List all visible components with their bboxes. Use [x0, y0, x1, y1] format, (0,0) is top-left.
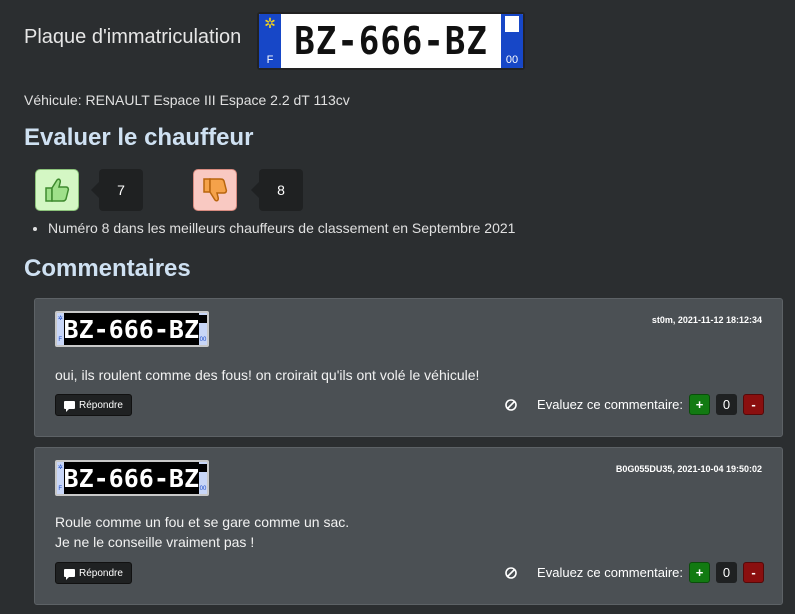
department-band: 00: [199, 313, 207, 345]
comment-line: oui, ils roulent comme des fous! on croi…: [55, 367, 480, 383]
block-icon[interactable]: [505, 398, 517, 411]
eu-stars-icon: ✲: [57, 465, 63, 471]
reply-label: Répondre: [79, 567, 123, 579]
downvote-button[interactable]: -: [743, 394, 764, 415]
rate-driver-heading: Evaluer le chauffeur: [24, 124, 254, 151]
department-band: 00: [501, 14, 523, 68]
eu-stars-icon: ✲: [264, 15, 276, 31]
reply-button[interactable]: Répondre: [55, 394, 132, 416]
comment-meta: B0G055DU35, 2021-10-04 19:50:02: [615, 464, 762, 474]
thumb-down-count: 8: [251, 169, 303, 211]
comment-card: ✲ F BZ-666-BZ 00 B0G055DU35, 2021-10-04 …: [34, 447, 783, 605]
department-logo: [199, 315, 207, 323]
plate-number: BZ-666-BZ: [63, 313, 199, 345]
comment-rating: Evaluez ce commentaire: + 0 -: [505, 562, 764, 583]
comment-line: Je ne le conseille vraiment pas !: [55, 534, 255, 550]
comment-plate: ✲ F BZ-666-BZ 00: [55, 311, 209, 347]
rate-comment-label: Evaluez ce commentaire:: [537, 397, 683, 412]
comment-score: 0: [716, 394, 737, 415]
plate-department: 00: [199, 486, 207, 492]
plate-country: F: [266, 54, 274, 66]
eu-stars-icon: ✲: [57, 316, 63, 322]
rate-comment-label: Evaluez ce commentaire:: [537, 565, 683, 580]
plate-number: BZ-666-BZ: [294, 19, 488, 63]
upvote-button[interactable]: +: [689, 562, 710, 583]
license-plate: ✲ F BZ-666-BZ 00: [257, 12, 525, 70]
department-band: 00: [199, 462, 207, 494]
thumbs-down-icon: [203, 178, 228, 202]
block-icon[interactable]: [505, 566, 517, 579]
downvote-button[interactable]: -: [743, 562, 764, 583]
plate-label: Plaque d'immatriculation: [24, 26, 242, 48]
comment-meta: st0m, 2021-11-12 18:12:34: [651, 315, 762, 325]
thumb-up-count: 7: [91, 169, 143, 211]
speech-bubble-icon: [64, 569, 75, 580]
comment-plate: ✲ F BZ-666-BZ 00: [55, 460, 209, 496]
thumb-up-button[interactable]: [35, 169, 79, 211]
vehicle-info: Véhicule: RENAULT Espace III Espace 2.2 …: [24, 92, 350, 108]
plate-country: F: [58, 337, 63, 343]
plate-country: F: [58, 486, 63, 492]
reply-label: Répondre: [79, 399, 123, 411]
reply-button[interactable]: Répondre: [55, 562, 132, 584]
speech-bubble-icon: [64, 401, 75, 412]
department-logo: [199, 464, 207, 472]
thumb-down-button[interactable]: [193, 169, 237, 211]
department-logo: [505, 16, 519, 32]
comment-card: ✲ F BZ-666-BZ 00 st0m, 2021-11-12 18:12:…: [34, 298, 783, 437]
comment-text: Roule comme un fou et se gare comme un s…: [55, 512, 349, 552]
comment-rating: Evaluez ce commentaire: + 0 -: [505, 394, 764, 415]
comment-line: Roule comme un fou et se gare comme un s…: [55, 514, 350, 530]
plate-number: BZ-666-BZ: [63, 462, 199, 494]
ranking-list: Numéro 8 dans les meilleurs chauffeurs d…: [30, 220, 515, 236]
upvote-button[interactable]: +: [689, 394, 710, 415]
comment-score: 0: [716, 562, 737, 583]
plate-department: 00: [505, 54, 519, 66]
eu-band: ✲ F: [259, 14, 281, 68]
plate-department: 00: [199, 337, 207, 343]
ranking-item: Numéro 8 dans les meilleurs chauffeurs d…: [48, 220, 515, 236]
comments-heading: Commentaires: [24, 255, 191, 282]
thumbs-up-icon: [45, 178, 70, 202]
comment-text: oui, ils roulent comme des fous! on croi…: [55, 365, 479, 385]
